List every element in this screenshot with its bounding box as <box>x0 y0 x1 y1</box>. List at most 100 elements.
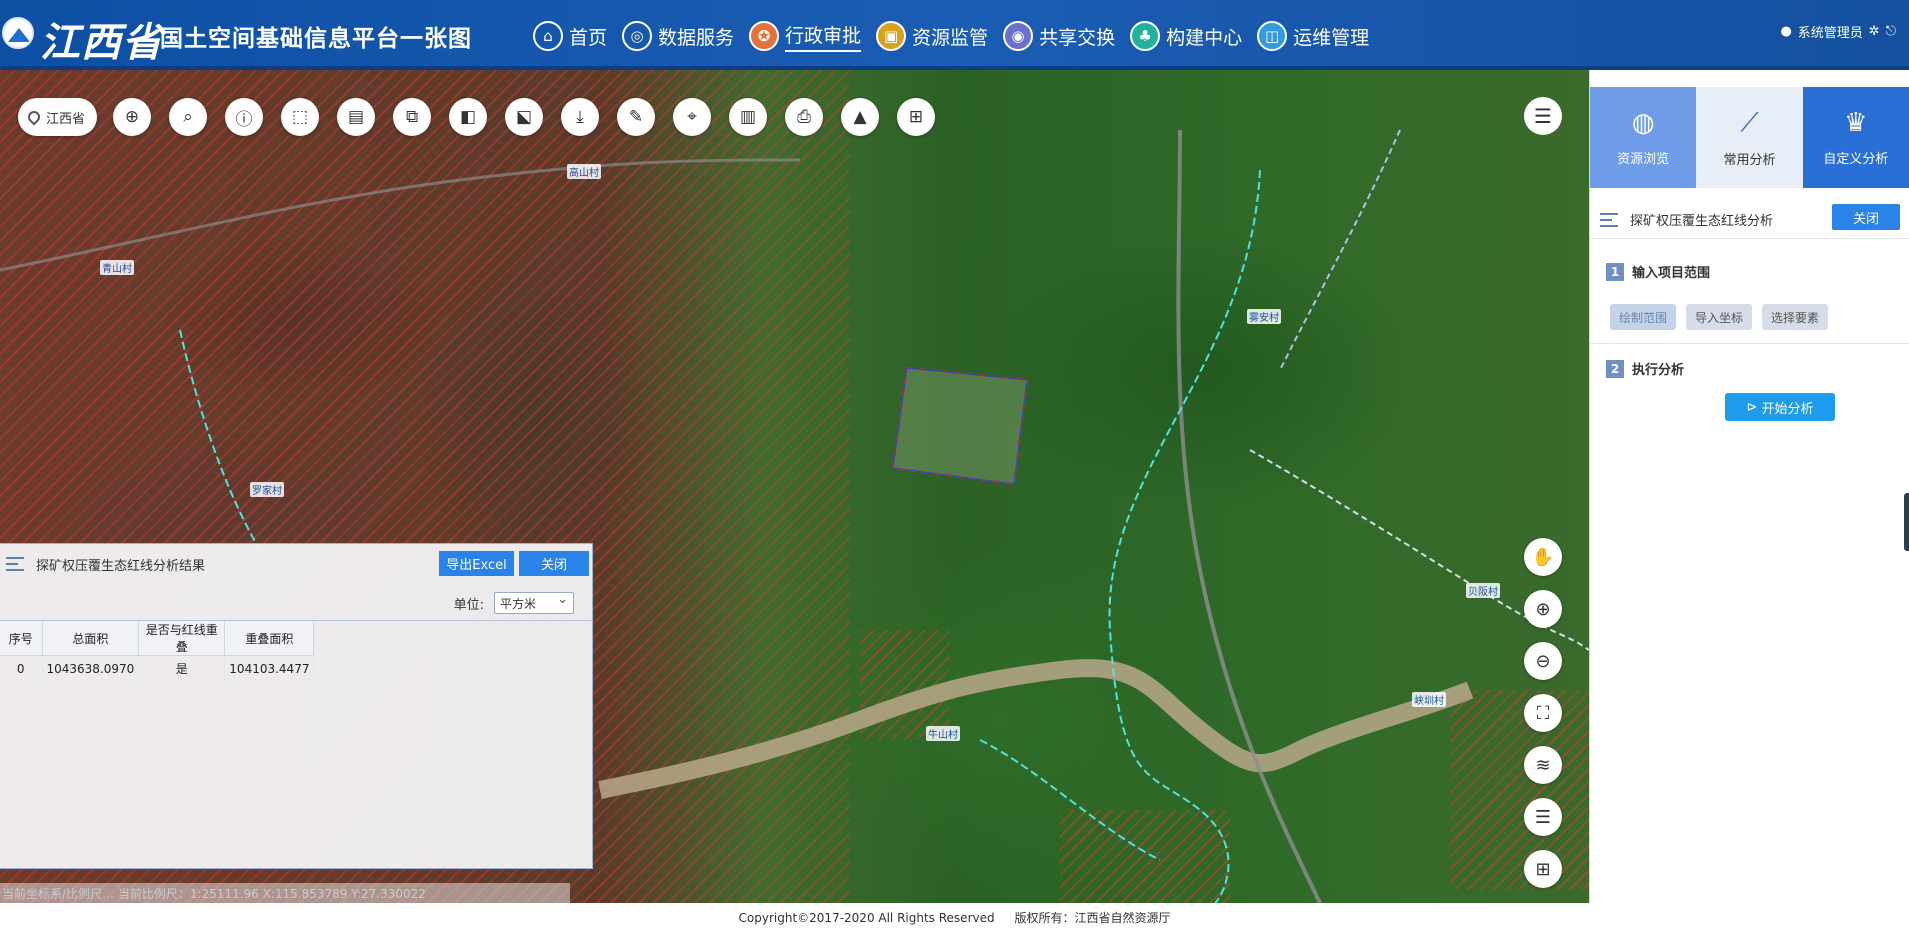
download-icon[interactable]: ⤓ <box>561 98 600 136</box>
column-header[interactable]: 是否与红线重叠 <box>138 621 226 656</box>
measure-icon[interactable]: ✎ <box>617 98 656 136</box>
user-icon[interactable]: ● <box>1780 24 1791 39</box>
select-feature-button[interactable]: 选择要素 <box>1762 304 1829 330</box>
zoom-out-icon[interactable]: ⊖ <box>1524 642 1562 680</box>
search-icon[interactable]: ⌕ <box>169 98 208 136</box>
village-label: 高山村 <box>567 164 601 179</box>
village-label: 青山村 <box>100 260 134 275</box>
menu-list-icon[interactable]: ☰ <box>1524 97 1562 135</box>
nav-label: 运维管理 <box>1293 26 1370 49</box>
analysis-chart-icon: ⟋ <box>1740 107 1759 138</box>
column-header[interactable]: 总面积 <box>42 621 140 656</box>
panel-tabs: ◍ 资源浏览 ⟋ 常用分析 ♛ 自定义分析 <box>1590 87 1909 205</box>
column-header[interactable]: 重叠面积 <box>224 621 315 656</box>
step-label: 输入项目范围 <box>1632 266 1711 281</box>
clear-icon[interactable]: ▲ <box>841 98 880 136</box>
unit-row: 单位: 平方米 <box>454 592 574 614</box>
page-footer: Copyright©2017-2020 All Rights Reserved … <box>0 903 1909 934</box>
step-label: 执行分析 <box>1632 363 1685 378</box>
import-coordinates-button[interactable]: 导入坐标 <box>1686 304 1753 330</box>
locate-icon[interactable]: ⌖ <box>673 98 712 136</box>
column-header[interactable]: 序号 <box>0 621 43 656</box>
print-icon[interactable]: ⎙ <box>785 98 824 136</box>
village-label: 罗家村 <box>250 482 284 497</box>
build-center-icon: ♣ <box>1130 21 1161 51</box>
region-name: 江西省 <box>46 111 86 127</box>
nav-admin-approval[interactable]: ✪ 行政审批 <box>749 16 862 56</box>
table-row[interactable]: 0 1043638.0970 是 104103.4477 <box>0 655 315 682</box>
full-extent-icon[interactable]: ⛶ <box>1524 694 1562 732</box>
village-label: 贝阪村 <box>1466 583 1500 598</box>
analysis-title: 探矿权压覆生态红线分析 <box>1630 214 1774 229</box>
nav-data-service[interactable]: ◎ 数据服务 <box>622 16 734 56</box>
panel-collapse-handle[interactable] <box>1904 493 1909 551</box>
analysis-header: 探矿权压覆生态红线分析 关闭 <box>1600 204 1900 230</box>
basemap-grid-icon[interactable]: ⊞ <box>1524 850 1562 888</box>
nav-ops-management[interactable]: ◫ 运维管理 <box>1257 16 1369 56</box>
settings-icon[interactable]: ✲ <box>1869 24 1880 39</box>
cell-index: 0 <box>0 655 43 682</box>
start-label: 开始分析 <box>1761 401 1814 417</box>
zoom-in-icon[interactable]: ⊕ <box>1524 590 1562 628</box>
nav-label: 数据服务 <box>658 26 735 49</box>
platform-title: 国土空间基础信息平台一张图 <box>160 26 472 52</box>
nav-label: 首页 <box>569 26 608 49</box>
compare-icon[interactable]: ◧ <box>449 98 488 136</box>
unit-select[interactable]: 平方米 <box>494 592 574 614</box>
map-status-bar: 当前坐标系/比例尺… 当前比例尺：1:25111.96 X:115.853789… <box>0 883 570 903</box>
info-icon[interactable]: ⓘ <box>225 98 264 136</box>
step-1: 1 输入项目范围 <box>1606 262 1710 281</box>
location-pin-icon <box>25 108 43 126</box>
admin-approval-icon: ✪ <box>749 21 780 51</box>
river <box>598 659 1474 799</box>
divider <box>1590 343 1909 344</box>
user-name[interactable]: 系统管理员 <box>1798 22 1863 41</box>
nav-share-exchange[interactable]: ◉ 共享交换 <box>1003 16 1115 56</box>
grid-icon[interactable]: ⊞ <box>897 98 936 136</box>
layers-icon[interactable]: ≋ <box>1524 746 1562 784</box>
main-nav: ⌂ 首页 ◎ 数据服务 ✪ 行政审批 ▣ 资源监管 ◉ 共享交换 ♣ 构建中心 … <box>533 16 1384 56</box>
cell-overlap-flag: 是 <box>138 655 226 682</box>
province-logo: 江西省 <box>40 19 163 66</box>
edit-select-icon[interactable]: ⬕ <box>505 98 544 136</box>
start-analysis-button[interactable]: ⊳ 开始分析 <box>1725 393 1835 421</box>
table-header-row: 序号 总面积 是否与红线重叠 重叠面积 <box>0 621 315 656</box>
analysis-panel: ◍ 资源浏览 ⟋ 常用分析 ♛ 自定义分析 探矿权压覆生态红线分析 关闭 1 输… <box>1589 70 1909 903</box>
nav-home[interactable]: ⌂ 首页 <box>533 16 607 56</box>
province-emblem-icon <box>2 17 34 49</box>
data-service-icon: ◎ <box>622 21 653 51</box>
list-filter-icon <box>6 557 24 571</box>
tab-label: 资源浏览 <box>1617 152 1670 167</box>
user-area: ● 系统管理员 ✲ ⎋ <box>1777 22 1899 41</box>
run-icon: ⊳ <box>1746 399 1758 415</box>
list-filter-icon <box>1600 212 1618 227</box>
owner-text: 版权所有：江西省自然资源厅 <box>1014 911 1171 925</box>
tab-custom-analysis[interactable]: ♛ 自定义分析 <box>1802 87 1909 188</box>
draw-range-button[interactable]: 绘制范围 <box>1610 304 1677 330</box>
tab-resource-browse[interactable]: ◍ 资源浏览 <box>1590 87 1697 188</box>
export-excel-button[interactable]: 导出Excel <box>439 551 514 576</box>
result-close-button[interactable]: 关闭 <box>519 551 589 576</box>
region-selector[interactable]: 江西省 <box>18 98 98 136</box>
layers-copy-icon[interactable]: ⧉ <box>393 98 432 136</box>
document-icon[interactable]: ▤ <box>337 98 376 136</box>
select-icon[interactable]: ⬚ <box>281 98 320 136</box>
nav-build-center[interactable]: ♣ 构建中心 <box>1130 16 1242 56</box>
panel-close-button[interactable]: 关闭 <box>1832 204 1900 230</box>
village-label: 峡圳村 <box>1412 692 1446 707</box>
tab-common-analysis[interactable]: ⟋ 常用分析 <box>1696 87 1803 188</box>
copyright-text: Copyright©2017-2020 All Rights Reserved <box>738 911 995 925</box>
pan-hand-icon[interactable]: ✋ <box>1524 538 1562 576</box>
query-icon[interactable]: ⊕ <box>113 98 152 136</box>
village-label: 牛山村 <box>926 726 960 741</box>
tab-label: 常用分析 <box>1723 152 1776 168</box>
logout-icon[interactable]: ⎋ <box>1886 24 1896 39</box>
project-range-polygon[interactable] <box>891 366 1029 486</box>
nav-resource-supervision[interactable]: ▣ 资源监管 <box>876 16 988 56</box>
nav-label: 行政审批 <box>785 21 862 52</box>
legend-list-icon[interactable]: ☰ <box>1524 798 1562 836</box>
app-header: 江西省 国土空间基础信息平台一张图 ⌂ 首页 ◎ 数据服务 ✪ 行政审批 ▣ 资… <box>0 0 1909 70</box>
cell-total-area: 1043638.0970 <box>42 655 140 682</box>
step-number: 2 <box>1606 359 1624 378</box>
split-view-icon[interactable]: ▥ <box>729 98 768 136</box>
